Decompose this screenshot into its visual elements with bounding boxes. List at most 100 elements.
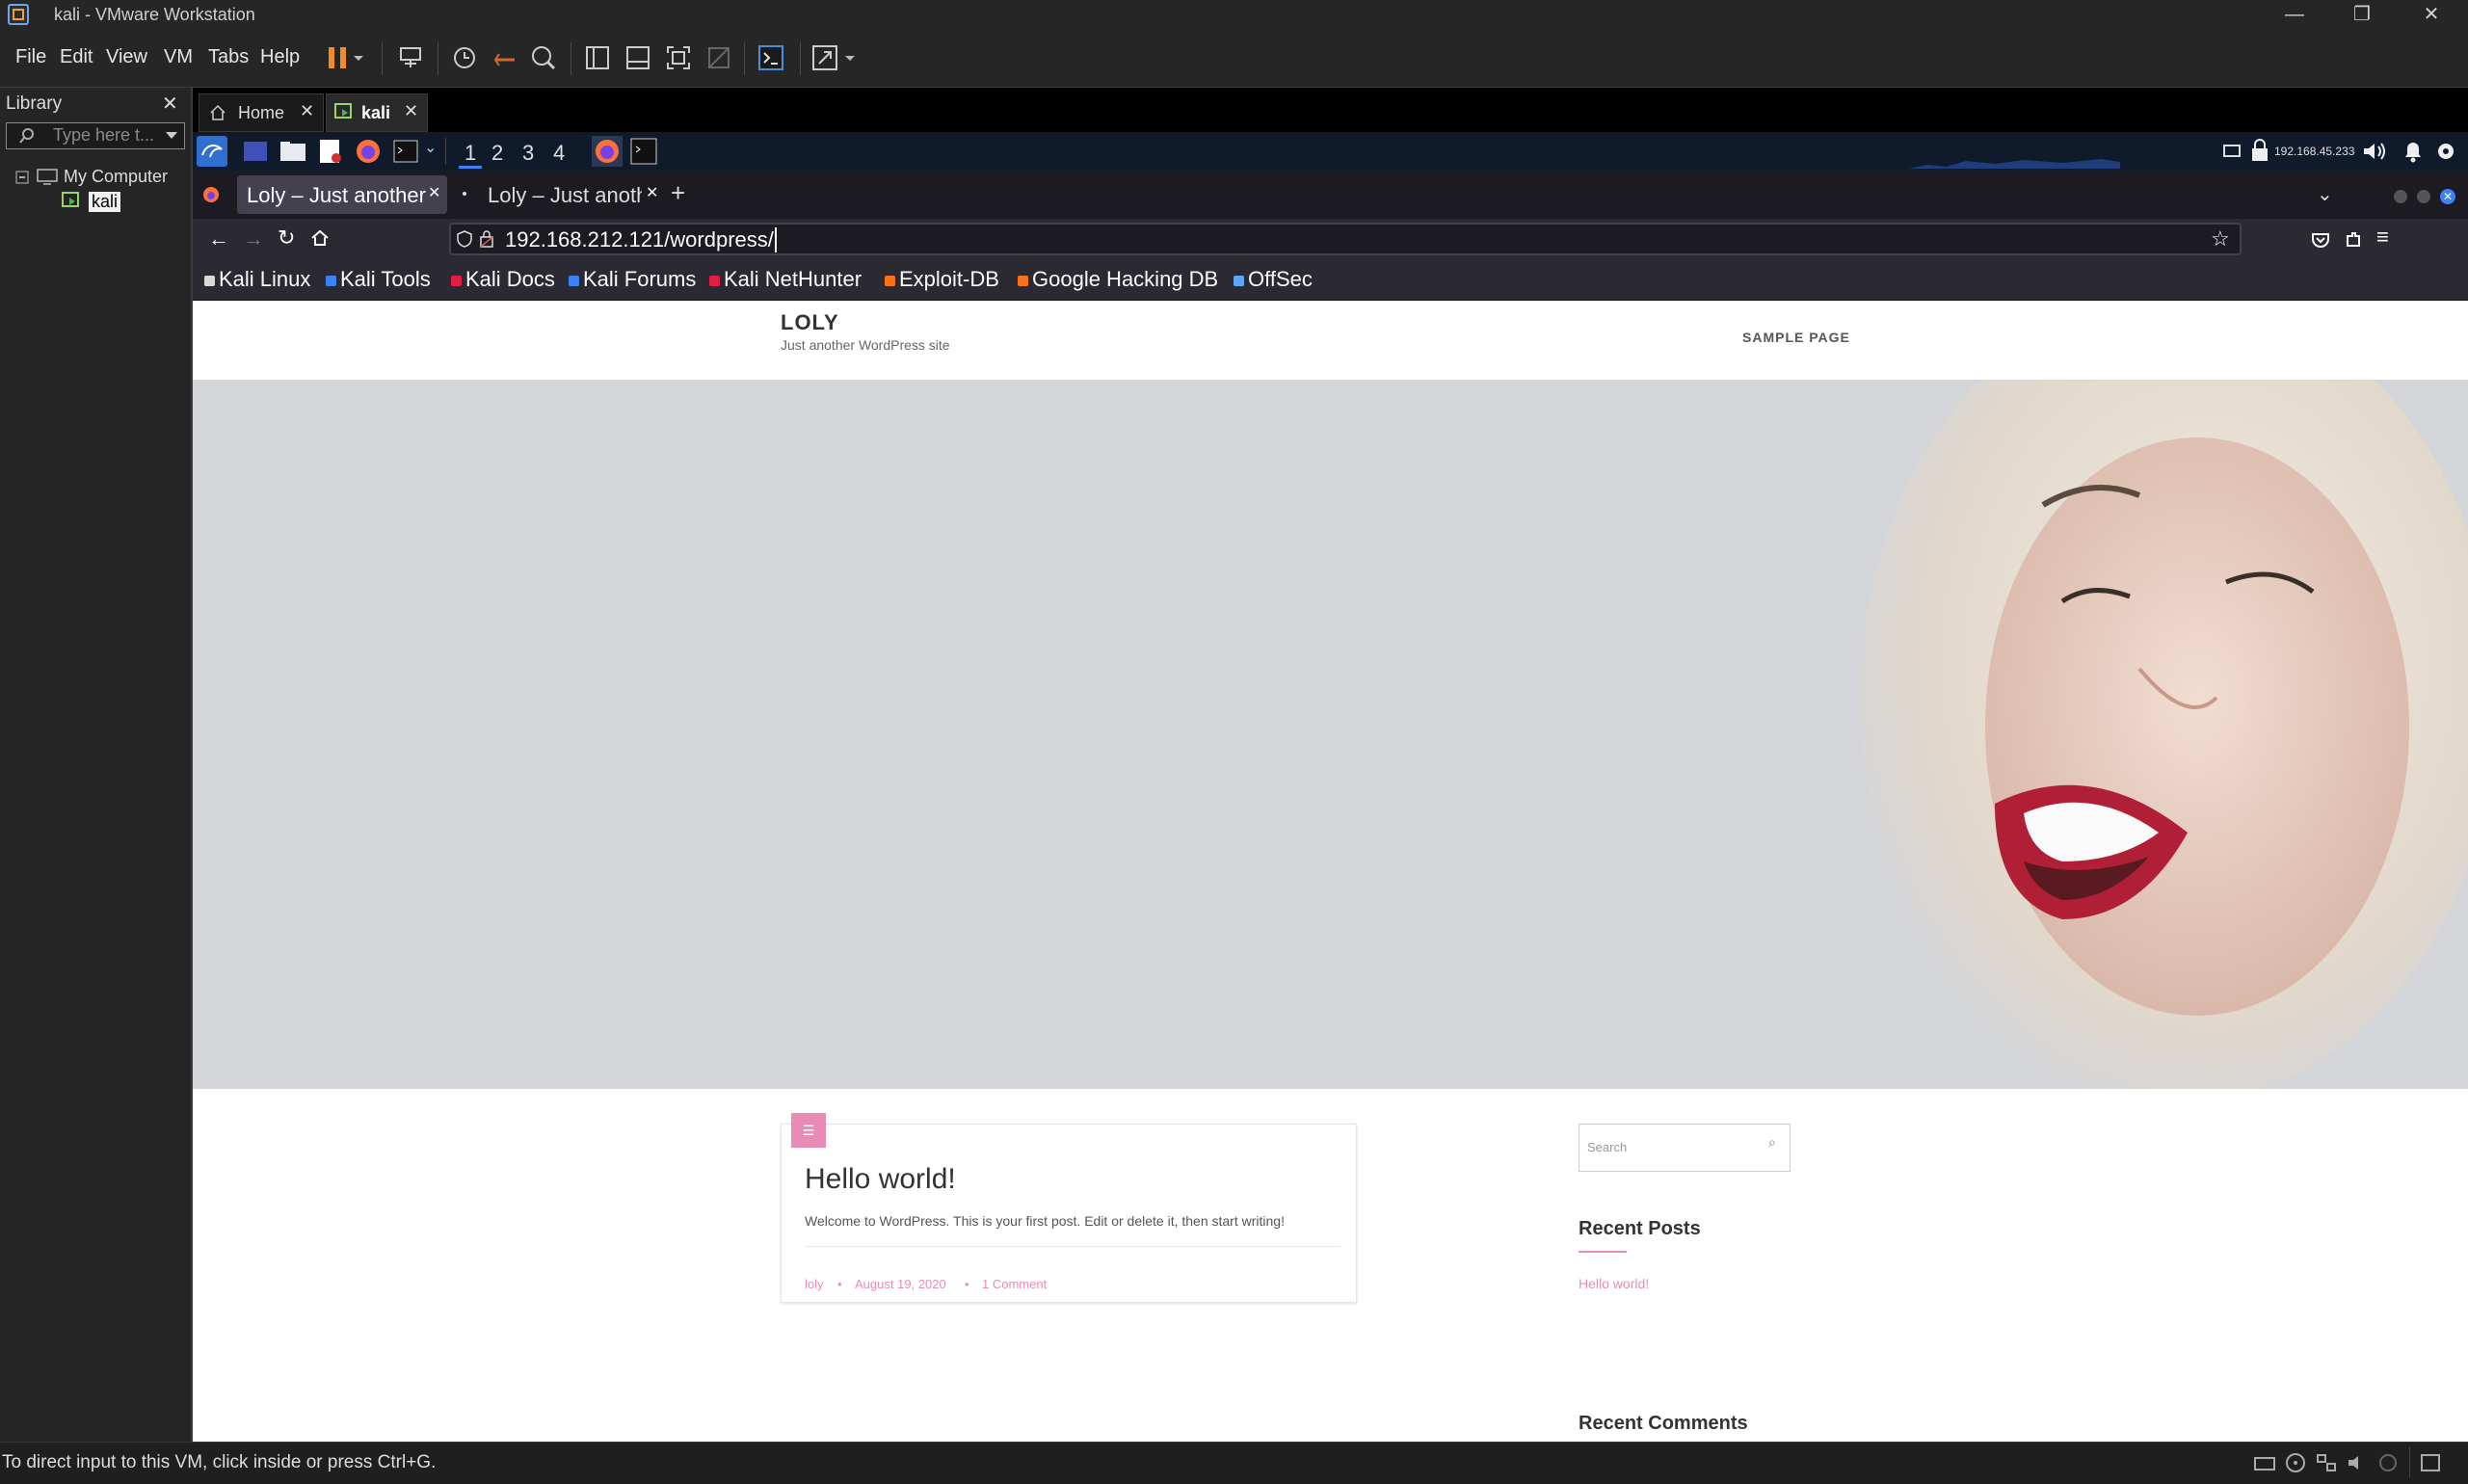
chevron-down-icon[interactable]: ⌄ (424, 138, 437, 157)
printer-icon[interactable] (2376, 1452, 2400, 1473)
post-title[interactable]: Hello world! (805, 1163, 956, 1196)
sound-card-icon[interactable] (2346, 1452, 2369, 1473)
reload-icon[interactable]: ↻ (278, 225, 295, 251)
close-button[interactable]: ✕ (2398, 0, 2465, 29)
kali-tools-icon (326, 275, 336, 286)
heading-underline (1579, 1251, 1627, 1253)
firefox-icon[interactable] (355, 138, 382, 165)
recent-post-link[interactable]: Hello world! (1579, 1276, 1649, 1291)
close-window-button[interactable]: ✕ (2440, 189, 2455, 204)
workspace-3[interactable]: 3 (522, 141, 534, 166)
vm-display[interactable]: ⌄ 1 2 3 4 192.168.45.233 Loly – Just ano… (193, 132, 2468, 1442)
url-text[interactable]: 192.168.212.121/wordpress/ (505, 227, 777, 252)
pocket-icon[interactable] (2311, 230, 2330, 250)
post-comments-link[interactable]: 1 Comment (982, 1277, 1047, 1291)
tab-home[interactable]: Home ✕ (199, 93, 324, 132)
bookmark-kali-nethunter[interactable]: Kali NetHunter (709, 267, 862, 292)
workspace-4[interactable]: 4 (553, 141, 565, 166)
cd-dvd-icon[interactable] (2284, 1452, 2307, 1473)
firefox-window-icon[interactable] (592, 136, 623, 167)
vm-icon (62, 192, 79, 207)
message-log-icon[interactable] (2419, 1452, 2442, 1473)
send-ctrl-alt-del-icon[interactable] (395, 42, 426, 73)
library-search-placeholder: Type here t... (53, 125, 155, 145)
full-screen-icon[interactable] (663, 42, 694, 73)
workspace-2[interactable]: 2 (491, 141, 503, 166)
library-search-input[interactable]: Type here t... (6, 122, 185, 149)
firefox-view-icon[interactable] (202, 186, 220, 203)
thumbnail-bar-icon[interactable] (623, 42, 653, 73)
bookmark-kali-docs[interactable]: Kali Docs (451, 267, 555, 292)
menu-help[interactable]: Help (260, 46, 300, 68)
new-tab-button[interactable]: + (671, 178, 685, 208)
tree-my-computer[interactable]: My Computer (64, 167, 168, 187)
minimize-button[interactable]: — (2261, 0, 2328, 29)
post-author[interactable]: loly (805, 1277, 824, 1291)
search-icon[interactable]: ⌕ (1768, 1134, 1776, 1151)
console-view-icon[interactable] (756, 42, 786, 73)
close-icon[interactable]: ✕ (646, 183, 658, 202)
tab-list-chevron-icon[interactable]: ⌄ (2317, 182, 2333, 206)
collapse-icon[interactable] (15, 171, 29, 184)
bookmark-kali-linux[interactable]: Kali Linux (204, 267, 310, 292)
tree-vm-kali[interactable]: kali (89, 192, 121, 212)
hamburger-menu-icon[interactable]: ≡ (2376, 225, 2389, 250)
back-icon[interactable]: ← (208, 226, 229, 252)
close-icon[interactable]: ✕ (404, 101, 418, 121)
show-desktop-icon[interactable] (243, 140, 268, 163)
library-close-button[interactable]: ✕ (162, 92, 178, 116)
extensions-icon[interactable] (2344, 230, 2363, 250)
display-icon[interactable] (2222, 142, 2242, 161)
power-mode-icon[interactable] (2436, 142, 2455, 161)
revert-snapshot-icon[interactable] (490, 42, 520, 73)
close-icon[interactable]: ✕ (428, 183, 440, 202)
file-manager-icon[interactable] (279, 140, 306, 163)
stretch-icon[interactable] (809, 42, 840, 73)
snapshot-manager-icon[interactable] (528, 42, 559, 73)
workspace-1[interactable]: 1 (459, 141, 483, 169)
kali-menu-icon[interactable] (197, 136, 227, 167)
maximize-dot[interactable] (2417, 190, 2430, 203)
network-lock-icon[interactable] (2249, 138, 2270, 163)
notification-icon[interactable] (2402, 138, 2425, 165)
terminal-window-icon[interactable] (630, 138, 657, 165)
menu-tabs[interactable]: Tabs (208, 46, 249, 68)
close-icon[interactable]: ✕ (300, 101, 314, 121)
url-bar[interactable]: 192.168.212.121/wordpress/ ☆ (449, 223, 2242, 255)
volume-icon[interactable] (2361, 140, 2388, 163)
home-icon[interactable] (310, 228, 330, 248)
browser-tab-active[interactable]: Loly – Just another ✕ (237, 175, 447, 214)
dropdown-icon[interactable] (351, 42, 366, 73)
menu-file[interactable]: File (15, 46, 46, 68)
pause-icon[interactable] (322, 42, 353, 73)
restore-button[interactable]: ❐ (2328, 0, 2396, 29)
minimize-dot[interactable] (2394, 190, 2407, 203)
menu-vm[interactable]: VM (164, 46, 193, 68)
menu-edit[interactable]: Edit (60, 46, 93, 68)
shield-icon[interactable] (457, 230, 472, 248)
browser-tab[interactable]: Loly – Just anoth ✕ (478, 175, 661, 214)
snapshot-icon[interactable] (449, 42, 480, 73)
insecure-lock-icon[interactable] (480, 230, 493, 248)
terminal-icon[interactable] (393, 140, 418, 163)
library-view-icon[interactable] (582, 42, 613, 73)
bookmark-star-icon[interactable]: ☆ (2211, 226, 2230, 252)
bookmark-exploit-db[interactable]: Exploit-DB (885, 267, 999, 292)
forward-icon[interactable]: → (243, 226, 264, 252)
unity-icon[interactable] (703, 42, 734, 73)
dropdown-icon[interactable] (842, 42, 858, 73)
network-adapter-icon[interactable] (2315, 1452, 2338, 1473)
search-input[interactable]: Search ⌕ (1579, 1124, 1791, 1172)
nav-sample-page[interactable]: SAMPLE PAGE (1742, 330, 1850, 345)
chevron-down-icon[interactable] (165, 131, 178, 141)
bookmark-offsec[interactable]: OffSec (1234, 267, 1313, 292)
post-date[interactable]: August 19, 2020 (855, 1277, 946, 1291)
bookmark-kali-tools[interactable]: Kali Tools (326, 267, 431, 292)
text-editor-icon[interactable] (318, 138, 343, 165)
site-title[interactable]: LOLY (781, 310, 839, 335)
bookmark-kali-forums[interactable]: Kali Forums (569, 267, 696, 292)
menu-view[interactable]: View (106, 46, 147, 68)
tab-kali[interactable]: kali ✕ (326, 93, 428, 132)
hard-disk-icon[interactable] (2253, 1452, 2276, 1473)
bookmark-google-hacking-db[interactable]: Google Hacking DB (1018, 267, 1218, 292)
